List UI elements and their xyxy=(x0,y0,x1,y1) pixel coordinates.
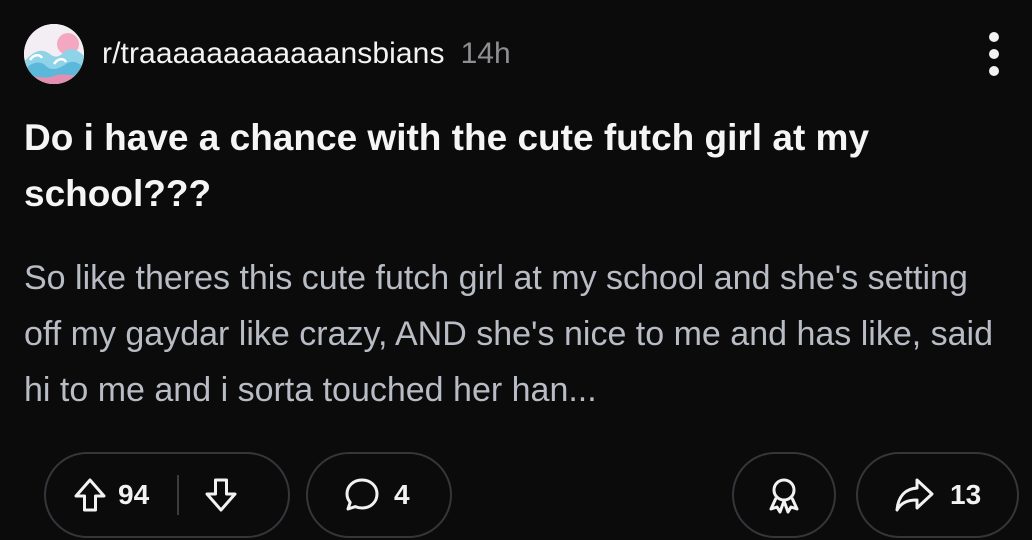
subreddit-name[interactable]: r/traaaaaaaaaaaansbians xyxy=(102,37,445,71)
wave-painting-avatar-icon xyxy=(24,24,84,84)
post-body-preview[interactable]: So like theres this cute futch girl at m… xyxy=(24,250,1014,418)
vote-control: 94 xyxy=(44,452,290,538)
award-button[interactable] xyxy=(732,452,836,538)
share-button[interactable]: 13 xyxy=(856,452,1019,538)
upvote-count: 94 xyxy=(118,479,150,510)
downvote-button[interactable] xyxy=(199,473,243,517)
arrow-up-icon xyxy=(74,478,106,512)
share-count: 13 xyxy=(950,479,982,510)
share-arrow-icon xyxy=(892,473,936,517)
upvote-button[interactable] xyxy=(68,473,112,517)
speech-bubble-icon xyxy=(342,475,382,515)
vertical-ellipsis-icon xyxy=(989,66,999,76)
subreddit-avatar[interactable] xyxy=(24,24,84,84)
vertical-ellipsis-icon xyxy=(989,32,999,42)
post-title[interactable]: Do i have a chance with the cute futch g… xyxy=(24,110,1004,222)
post-card[interactable]: r/traaaaaaaaaaaansbians 14h Do i have a … xyxy=(0,0,1032,540)
comment-count: 4 xyxy=(394,479,410,510)
more-options-button[interactable] xyxy=(984,32,1004,76)
vote-divider xyxy=(177,475,180,515)
comments-button[interactable]: 4 xyxy=(306,452,452,538)
vertical-ellipsis-icon xyxy=(989,49,999,59)
post-age: 14h xyxy=(460,37,511,70)
post-header: r/traaaaaaaaaaaansbians 14h xyxy=(24,24,1008,84)
action-bar: 94 4 13 xyxy=(44,452,1019,538)
arrow-down-icon xyxy=(205,478,237,512)
award-icon xyxy=(769,478,799,514)
